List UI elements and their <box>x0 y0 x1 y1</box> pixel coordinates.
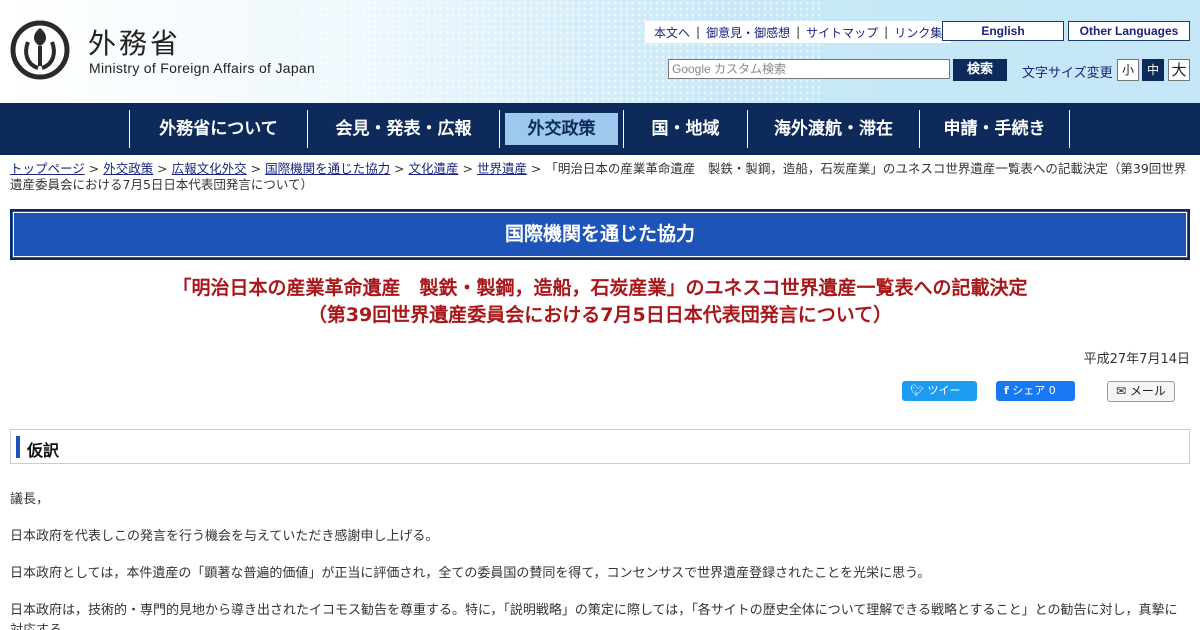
breadcrumb: トップページ > 外交政策 > 広報文化外交 > 国際機関を通じた協力 > 文化… <box>10 161 1187 192</box>
nav-item-applications[interactable]: 申請・手続き <box>920 110 1070 148</box>
tentative-translation-heading: 仮訳 <box>10 429 1190 464</box>
publish-date: 平成27年7月14日 <box>1083 352 1190 367</box>
nav-item-foreign-policy[interactable]: 外交政策 <box>500 110 624 148</box>
facebook-icon: f <box>1004 384 1009 397</box>
body-paragraph: 日本政府としては，本件遺産の「顕著な普遍的価値」が正当に評価され，全ての委員国の… <box>10 566 931 581</box>
breadcrumb-link-top[interactable]: トップページ <box>10 161 85 176</box>
page-title-line-1: 「明治日本の産業革命遺産 製鉄・製鋼，造船，石炭産業」のユネスコ世界遺産一覧表へ… <box>172 277 1028 299</box>
envelope-icon: ✉ <box>1116 384 1127 398</box>
tweet-button[interactable]: 🐦︎ ツイート <box>902 381 977 417</box>
nav-item-label: 外務省について <box>159 119 278 139</box>
font-size-label: 文字サイズ変更 <box>1022 66 1113 81</box>
font-size-small-button[interactable]: 小 <box>1117 59 1139 81</box>
twitter-bird-icon: 🐦︎ <box>910 384 924 397</box>
section-title: 国際機関を通じた協力 <box>10 209 1190 260</box>
breadcrumb-link-public-diplomacy[interactable]: 広報文化外交 <box>172 161 247 176</box>
body-paragraph: 日本政府は，技術的・専門的見地から導き出されたイコモス勧告を尊重する。特に，「説… <box>10 603 1178 630</box>
font-size-large-button[interactable]: 大 <box>1168 59 1190 81</box>
nav-item-label: 外交政策 <box>505 113 618 145</box>
sitemap-link[interactable]: サイトマップ <box>802 24 882 41</box>
search-button[interactable]: 検索 <box>953 59 1007 81</box>
page-title-line-2: （第39回世界遺産委員会における7月5日日本代表団発言について） <box>307 304 893 326</box>
font-size-medium-button[interactable]: 中 <box>1142 59 1164 81</box>
nav-item-label: 国・地域 <box>651 119 720 139</box>
nav-item-press[interactable]: 会見・発表・広報 <box>308 110 500 148</box>
heading-accent-bar <box>16 436 20 458</box>
facebook-share-label: シェア 0 <box>1012 384 1056 397</box>
link-separator: | <box>796 25 801 39</box>
nav-item-label: 申請・手続き <box>943 119 1046 139</box>
nav-item-label: 海外渡航・滞在 <box>774 119 893 139</box>
mail-label: メール <box>1129 384 1166 398</box>
tentative-translation-label: 仮訳 <box>27 441 60 460</box>
nav-item-about[interactable]: 外務省について <box>130 110 308 148</box>
english-button[interactable]: English <box>942 21 1064 41</box>
skip-to-content-link[interactable]: 本文へ <box>650 24 694 41</box>
nav-item-label: 会見・発表・広報 <box>335 119 472 139</box>
site-logo-english[interactable]: Ministry of Foreign Affairs of Japan <box>89 60 315 76</box>
nav-item-regions[interactable]: 国・地域 <box>624 110 748 148</box>
search-input[interactable]: Google カスタム検索 <box>668 59 950 79</box>
links-page-link[interactable]: リンク集 <box>890 24 946 41</box>
world-map-background <box>300 0 820 103</box>
breadcrumb-link-foreign-policy[interactable]: 外交政策 <box>103 161 153 176</box>
global-nav-items: 外務省について 会見・発表・広報 外交政策 国・地域 海外渡航・滞在 申請・手続… <box>129 110 1070 148</box>
breadcrumb-link-cultural-heritage[interactable]: 文化遺産 <box>409 161 459 176</box>
feedback-link[interactable]: 御意見・御感想 <box>702 24 794 41</box>
facebook-share-button[interactable]: f シェア 0 <box>996 381 1075 401</box>
site-logo-japanese[interactable]: 外務省 <box>88 22 181 62</box>
mail-button[interactable]: ✉ メール <box>1107 381 1175 402</box>
link-separator: | <box>696 25 701 39</box>
site-header: 外務省 Ministry of Foreign Affairs of Japan… <box>0 0 1200 103</box>
body-paragraph: 日本政府を代表しこの発言を行う機会を与えていただき感謝申し上げる。 <box>10 529 439 544</box>
link-separator: | <box>884 25 889 39</box>
page-title: 「明治日本の産業革命遺産 製鉄・製鋼，造船，石炭産業」のユネスコ世界遺産一覧表へ… <box>10 275 1190 329</box>
breadcrumb-link-international-orgs[interactable]: 国際機関を通じた協力 <box>265 161 390 176</box>
other-languages-button[interactable]: Other Languages <box>1068 21 1190 41</box>
body-paragraph: 議長， <box>10 492 50 507</box>
mofa-logo-icon[interactable] <box>10 20 70 80</box>
breadcrumb-link-world-heritage[interactable]: 世界遺産 <box>477 161 527 176</box>
global-nav: 外務省について 会見・発表・広報 外交政策 国・地域 海外渡航・滞在 申請・手続… <box>0 103 1200 155</box>
utility-links: 本文へ | 御意見・御感想 | サイトマップ | リンク集 <box>645 21 952 43</box>
nav-item-overseas-travel[interactable]: 海外渡航・滞在 <box>748 110 920 148</box>
